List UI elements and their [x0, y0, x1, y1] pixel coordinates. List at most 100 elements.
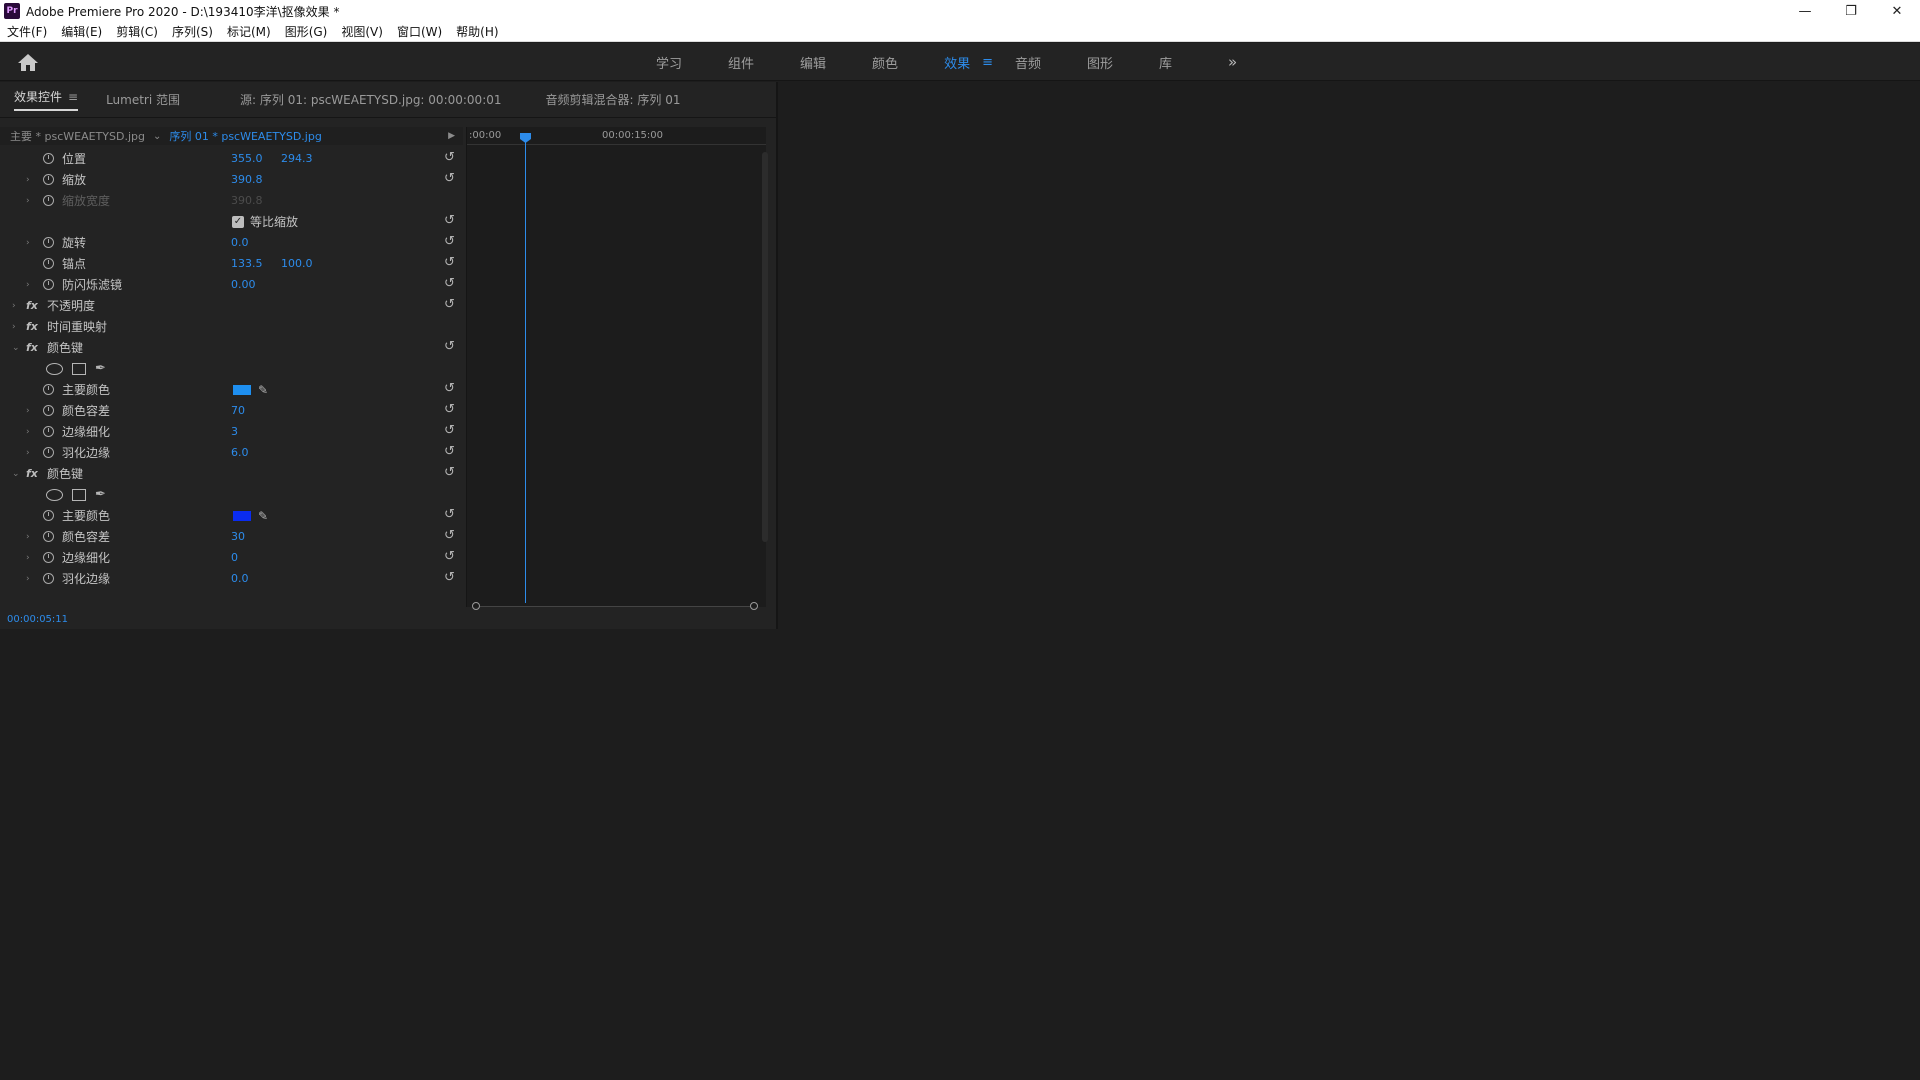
stopwatch-icon[interactable] [43, 552, 54, 563]
menu-sequence[interactable]: 序列(S) [165, 23, 220, 40]
fx-icon[interactable]: fx [26, 341, 38, 354]
playhead[interactable] [525, 133, 526, 603]
reset-icon[interactable]: ↺ [444, 550, 458, 564]
zoom-scrollbar[interactable] [472, 601, 758, 611]
stopwatch-icon[interactable] [43, 279, 54, 290]
rectangle-mask-icon[interactable] [72, 488, 86, 501]
property-value[interactable]: 30 [231, 530, 245, 543]
reset-icon[interactable]: ↺ [444, 172, 458, 186]
property-value[interactable]: 390.8 [231, 173, 263, 186]
ellipse-mask-icon[interactable] [46, 362, 63, 375]
property-value[interactable]: 390.8 [231, 194, 263, 207]
workspace-tab-libraries[interactable]: 库 [1159, 53, 1172, 72]
tab-lumetri-scopes[interactable]: Lumetri 范围 [106, 91, 180, 108]
property-value-2[interactable]: 100.0 [281, 257, 313, 270]
tab-effect-controls[interactable]: 效果控件 ≡ [14, 88, 79, 111]
eyedropper-icon[interactable]: ✎ [258, 509, 268, 523]
minimize-button[interactable]: — [1782, 0, 1828, 22]
panel-menu-icon[interactable]: ≡ [68, 90, 78, 104]
maximize-button[interactable]: ❐ [1828, 0, 1874, 22]
zoom-handle-left[interactable] [472, 602, 480, 610]
menu-view[interactable]: 视图(V) [334, 23, 390, 40]
reset-icon[interactable]: ↺ [444, 277, 458, 291]
pen-mask-icon[interactable]: ✒ [95, 362, 106, 375]
twirl-icon[interactable]: › [26, 553, 30, 563]
reset-icon[interactable]: ↺ [444, 424, 458, 438]
reset-icon[interactable]: ↺ [444, 298, 458, 312]
workspace-tab-editing[interactable]: 编辑 [800, 53, 826, 72]
current-timecode[interactable]: 00:00:05:11 [7, 614, 68, 625]
property-value[interactable]: 6.0 [231, 446, 249, 459]
menu-clip[interactable]: 剪辑(C) [109, 23, 165, 40]
uniform-scale-checkbox[interactable]: ✓ [232, 216, 244, 228]
fx-icon[interactable]: fx [26, 467, 38, 480]
tab-source-monitor[interactable]: 源: 序列 01: pscWEAETYSD.jpg: 00:00:00:01 [240, 91, 501, 108]
stopwatch-icon[interactable] [43, 153, 54, 164]
reset-icon[interactable]: ↺ [444, 214, 458, 228]
play-clip-icon[interactable]: ▶ [448, 131, 455, 141]
color-swatch[interactable] [233, 385, 251, 395]
workspace-tab-effects[interactable]: 效果 [944, 53, 970, 72]
reset-icon[interactable]: ↺ [444, 340, 458, 354]
master-clip-label[interactable]: 主要 * pscWEAETYSD.jpg [10, 128, 145, 144]
stopwatch-icon[interactable] [43, 384, 54, 395]
fx-icon[interactable]: fx [26, 299, 38, 312]
color-swatch[interactable] [233, 511, 251, 521]
workspace-menu-icon[interactable]: ≡ [982, 55, 993, 70]
effect-controls-ruler[interactable]: :00:00 00:00:15:00 [467, 127, 766, 145]
workspace-tab-color[interactable]: 颜色 [872, 53, 898, 72]
tab-audio-clip-mixer[interactable]: 音频剪辑混合器: 序列 01 [546, 91, 681, 108]
twirl-icon[interactable]: ⌄ [12, 343, 20, 353]
menu-marker[interactable]: 标记(M) [220, 23, 278, 40]
workspace-overflow-icon[interactable]: » [1228, 53, 1237, 71]
reset-icon[interactable]: ↺ [444, 382, 458, 396]
stopwatch-icon[interactable] [43, 531, 54, 542]
stopwatch-icon[interactable] [43, 237, 54, 248]
home-icon[interactable] [16, 52, 40, 72]
stopwatch-icon[interactable] [43, 573, 54, 584]
menu-file[interactable]: 文件(F) [0, 23, 54, 40]
reset-icon[interactable]: ↺ [444, 403, 458, 417]
twirl-icon[interactable]: › [26, 427, 30, 437]
stopwatch-icon[interactable] [43, 174, 54, 185]
reset-icon[interactable]: ↺ [444, 508, 458, 522]
reset-icon[interactable]: ↺ [444, 571, 458, 585]
property-value[interactable]: 133.5 [231, 257, 263, 270]
twirl-icon[interactable]: › [26, 175, 30, 185]
twirl-icon[interactable]: › [26, 448, 30, 458]
chevron-down-icon[interactable]: ⌄ [153, 131, 161, 142]
menu-graphics[interactable]: 图形(G) [278, 23, 335, 40]
ellipse-mask-icon[interactable] [46, 488, 63, 501]
workspace-tab-assembly[interactable]: 组件 [728, 53, 754, 72]
stopwatch-icon[interactable] [43, 426, 54, 437]
menu-window[interactable]: 窗口(W) [390, 23, 449, 40]
menu-help[interactable]: 帮助(H) [449, 23, 505, 40]
property-value[interactable]: 0.00 [231, 278, 256, 291]
property-value[interactable]: 0.0 [231, 236, 249, 249]
eyedropper-icon[interactable]: ✎ [258, 383, 268, 397]
reset-icon[interactable]: ↺ [444, 529, 458, 543]
close-button[interactable]: ✕ [1874, 0, 1920, 22]
stopwatch-icon[interactable] [43, 405, 54, 416]
stopwatch-icon[interactable] [43, 447, 54, 458]
twirl-icon[interactable]: › [26, 532, 30, 542]
twirl-icon[interactable]: › [26, 574, 30, 584]
reset-icon[interactable]: ↺ [444, 445, 458, 459]
twirl-icon[interactable]: ⌄ [12, 469, 20, 479]
property-value[interactable]: 3 [231, 425, 238, 438]
sequence-clip-label[interactable]: 序列 01 * pscWEAETYSD.jpg [169, 128, 321, 144]
twirl-icon[interactable]: › [26, 238, 30, 248]
pen-mask-icon[interactable]: ✒ [95, 488, 106, 501]
twirl-icon[interactable]: › [12, 301, 16, 311]
property-value[interactable]: 355.0 [231, 152, 263, 165]
twirl-icon[interactable]: › [26, 406, 30, 416]
reset-icon[interactable]: ↺ [444, 235, 458, 249]
menu-edit[interactable]: 编辑(E) [54, 23, 109, 40]
stopwatch-icon[interactable] [43, 510, 54, 521]
stopwatch-icon[interactable] [43, 195, 54, 206]
twirl-icon[interactable]: › [26, 196, 30, 206]
twirl-icon[interactable]: › [12, 322, 16, 332]
property-value[interactable]: 0.0 [231, 572, 249, 585]
rectangle-mask-icon[interactable] [72, 362, 86, 375]
fx-icon[interactable]: fx [26, 320, 38, 333]
